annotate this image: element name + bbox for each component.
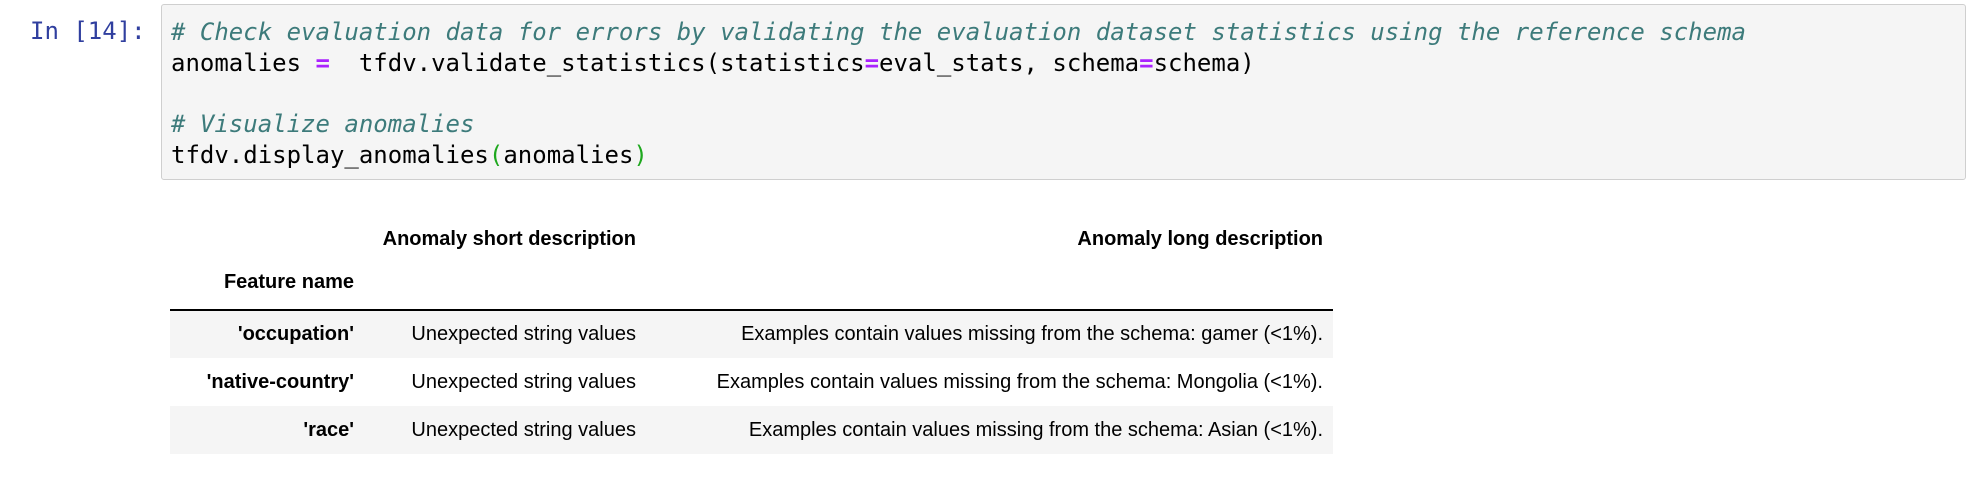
- feature-name-cell: 'occupation': [237, 323, 354, 345]
- code-comment: # Visualize anomalies: [171, 110, 475, 139]
- code-operator: =: [315, 48, 330, 77]
- code-token: anomalies: [503, 141, 634, 170]
- long-description-cell: Examples contain values missing from the…: [741, 323, 1323, 345]
- cell-output: Anomaly short description Anomaly long d…: [170, 222, 1333, 454]
- long-description-cell: Examples contain values missing from the…: [716, 370, 1323, 393]
- code-token: tfdv.display_anomalies: [171, 141, 489, 170]
- code-line: anomalies = tfdv.validate_statistics(sta…: [171, 48, 1746, 79]
- code-paren: ): [633, 141, 648, 170]
- code-token: tfdv.validate_statistics(statistics: [329, 48, 865, 77]
- feature-name-cell: 'native-country': [206, 370, 354, 393]
- short-description-cell: Unexpected string values: [411, 418, 636, 441]
- table-row: 'occupation' Unexpected string values Ex…: [170, 310, 1333, 358]
- header-blank-cell: [170, 222, 366, 256]
- short-description-cell: Unexpected string values: [411, 323, 636, 345]
- short-description-cell: Unexpected string values: [411, 370, 636, 393]
- index-name-header: Feature name: [223, 271, 354, 293]
- code-paren: (: [488, 141, 504, 170]
- code-lines: # Check evaluation data for errors by va…: [171, 17, 1746, 171]
- table-row: 'race' Unexpected string values Examples…: [170, 406, 1333, 454]
- code-operator: =: [1139, 48, 1154, 77]
- code-comment: # Check evaluation data for errors by va…: [171, 18, 1746, 46]
- code-line: # Check evaluation data for errors by va…: [171, 17, 1746, 48]
- code-line: tfdv.display_anomalies(anomalies): [171, 140, 1746, 171]
- column-header-short: Anomaly short description: [382, 227, 636, 250]
- anomalies-table: Anomaly short description Anomaly long d…: [170, 222, 1333, 454]
- notebook-code-cell: In [14]: # Check evaluation data for err…: [0, 0, 1974, 478]
- table-index-header-row: Feature name: [170, 256, 1333, 310]
- code-token: eval_stats, schema: [879, 48, 1140, 77]
- feature-name-cell: 'race': [303, 418, 354, 441]
- long-description-cell: Examples contain values missing from the…: [748, 418, 1323, 441]
- table-row: 'native-country' Unexpected string value…: [170, 358, 1333, 406]
- index-header-blank: [366, 256, 648, 310]
- table-header-row: Anomaly short description Anomaly long d…: [170, 222, 1333, 256]
- code-operator: =: [864, 48, 880, 77]
- code-token: schema): [1153, 48, 1255, 77]
- code-line: # Visualize anomalies: [171, 109, 1746, 140]
- code-token: anomalies: [171, 48, 316, 77]
- column-header-long: Anomaly long description: [1077, 227, 1323, 250]
- code-editor[interactable]: # Check evaluation data for errors by va…: [161, 4, 1966, 180]
- index-header-blank: [648, 256, 1333, 310]
- input-prompt: In [14]:: [30, 17, 146, 45]
